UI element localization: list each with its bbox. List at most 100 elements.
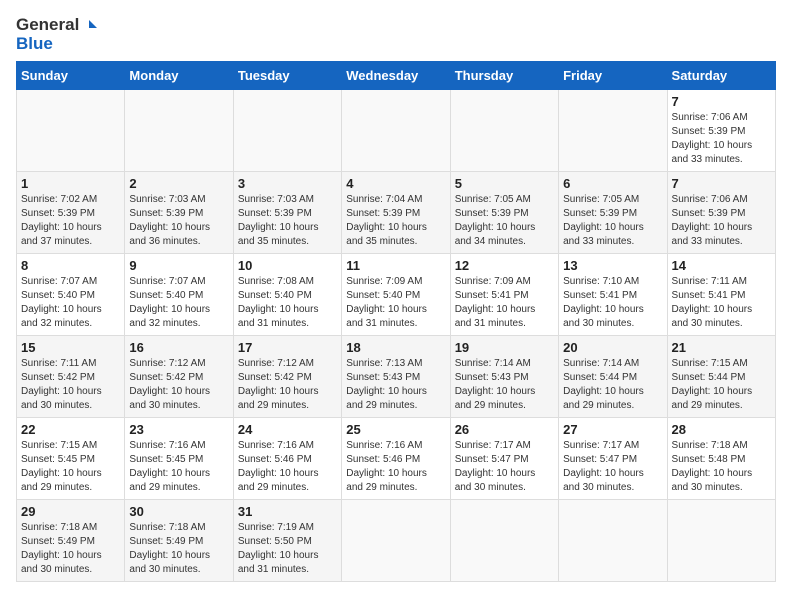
- calendar-cell: 10Sunrise: 7:08 AM Sunset: 5:40 PM Dayli…: [233, 254, 341, 336]
- calendar-row-2: 8Sunrise: 7:07 AM Sunset: 5:40 PM Daylig…: [17, 254, 776, 336]
- calendar-cell: 16Sunrise: 7:12 AM Sunset: 5:42 PM Dayli…: [125, 336, 233, 418]
- day-info: Sunrise: 7:05 AM Sunset: 5:39 PM Dayligh…: [455, 193, 554, 249]
- day-number: 25: [346, 422, 445, 437]
- day-info: Sunrise: 7:15 AM Sunset: 5:45 PM Dayligh…: [21, 439, 120, 495]
- calendar-cell: 4 Sunrise: 7:04 AM Sunset: 5:39 PM Daylig…: [342, 172, 450, 254]
- calendar-cell: 26 Sunrise: 7:17 AM Sunset: 5:47 PM Dayli…: [450, 418, 558, 500]
- header: General Blue: [16, 16, 776, 53]
- calendar-cell: 29 Sunrise: 7:18 AM Sunset: 5:49 PM Dayli…: [17, 500, 125, 582]
- day-info: Sunrise: 7:06 AM Sunset: 5:39 PM Dayligh…: [672, 193, 771, 249]
- calendar-cell: 21 Sunrise: 7:15 AM Sunset: 5:44 PM Dayli…: [667, 336, 775, 418]
- day-info: Sunrise: 7:14 AM Sunset: 5:43 PM Dayligh…: [455, 357, 554, 413]
- calendar-row-5: 29 Sunrise: 7:18 AM Sunset: 5:49 PM Dayli…: [17, 500, 776, 582]
- day-info: Sunrise: 7:18 AM Sunset: 5:49 PM Dayligh…: [21, 521, 120, 577]
- day-info: Sunrise: 7:05 AM Sunset: 5:39 PM Dayligh…: [563, 193, 662, 249]
- calendar-cell: 9 Sunrise: 7:07 AM Sunset: 5:40 PM Daylig…: [125, 254, 233, 336]
- day-info: Sunrise: 7:11 AM Sunset: 5:41 PM Dayligh…: [672, 275, 771, 331]
- day-info: Sunrise: 7:08 AM Sunset: 5:40 PM Dayligh…: [238, 275, 337, 331]
- day-number: 18: [346, 340, 445, 355]
- col-header-sunday: Sunday: [17, 62, 125, 90]
- day-info: Sunrise: 7:10 AM Sunset: 5:41 PM Dayligh…: [563, 275, 662, 331]
- calendar-table: SundayMondayTuesdayWednesdayThursdayFrid…: [16, 61, 776, 582]
- day-number: 26: [455, 422, 554, 437]
- day-info: Sunrise: 7:12 AM Sunset: 5:42 PM Dayligh…: [238, 357, 337, 413]
- day-number: 30: [129, 504, 228, 519]
- day-number: 5: [455, 176, 554, 191]
- day-number: 1: [21, 176, 120, 191]
- day-info: Sunrise: 7:17 AM Sunset: 5:47 PM Dayligh…: [563, 439, 662, 495]
- day-info: Sunrise: 7:07 AM Sunset: 5:40 PM Dayligh…: [21, 275, 120, 331]
- day-number: 22: [21, 422, 120, 437]
- calendar-cell: 7 Sunrise: 7:06 AM Sunset: 5:39 PM Daylig…: [667, 172, 775, 254]
- calendar-cell: 2 Sunrise: 7:03 AM Sunset: 5:39 PM Daylig…: [125, 172, 233, 254]
- day-info: Sunrise: 7:03 AM Sunset: 5:39 PM Dayligh…: [129, 193, 228, 249]
- day-number: 15: [21, 340, 120, 355]
- calendar-cell: [450, 500, 558, 582]
- day-number: 31: [238, 504, 337, 519]
- calendar-cell: [342, 90, 450, 172]
- day-number: 21: [672, 340, 771, 355]
- day-info: Sunrise: 7:15 AM Sunset: 5:44 PM Dayligh…: [672, 357, 771, 413]
- day-info: Sunrise: 7:07 AM Sunset: 5:40 PM Dayligh…: [129, 275, 228, 331]
- day-info: Sunrise: 7:16 AM Sunset: 5:46 PM Dayligh…: [346, 439, 445, 495]
- day-number: 23: [129, 422, 228, 437]
- calendar-cell: 25 Sunrise: 7:16 AM Sunset: 5:46 PM Dayli…: [342, 418, 450, 500]
- calendar-cell: 24 Sunrise: 7:16 AM Sunset: 5:46 PM Dayli…: [233, 418, 341, 500]
- calendar-cell: 6Sunrise: 7:05 AM Sunset: 5:39 PM Daylig…: [559, 172, 667, 254]
- calendar-cell: [17, 90, 125, 172]
- calendar-cell: 15 Sunrise: 7:11 AM Sunset: 5:42 PM Dayli…: [17, 336, 125, 418]
- day-info: Sunrise: 7:18 AM Sunset: 5:48 PM Dayligh…: [672, 439, 771, 495]
- day-number: 14: [672, 258, 771, 273]
- calendar-cell: 18 Sunrise: 7:13 AM Sunset: 5:43 PM Dayli…: [342, 336, 450, 418]
- day-info: Sunrise: 7:16 AM Sunset: 5:45 PM Dayligh…: [129, 439, 228, 495]
- day-info: Sunrise: 7:11 AM Sunset: 5:42 PM Dayligh…: [21, 357, 120, 413]
- day-number: 3: [238, 176, 337, 191]
- calendar-cell: 12 Sunrise: 7:09 AM Sunset: 5:41 PM Dayli…: [450, 254, 558, 336]
- col-header-saturday: Saturday: [667, 62, 775, 90]
- calendar-cell: [559, 500, 667, 582]
- day-info: Sunrise: 7:04 AM Sunset: 5:39 PM Dayligh…: [346, 193, 445, 249]
- day-info: Sunrise: 7:18 AM Sunset: 5:49 PM Dayligh…: [129, 521, 228, 577]
- day-number: 4: [346, 176, 445, 191]
- day-info: Sunrise: 7:13 AM Sunset: 5:43 PM Dayligh…: [346, 357, 445, 413]
- calendar-cell: 1Sunrise: 7:02 AM Sunset: 5:39 PM Daylig…: [17, 172, 125, 254]
- calendar-cell: 17 Sunrise: 7:12 AM Sunset: 5:42 PM Dayli…: [233, 336, 341, 418]
- day-number: 24: [238, 422, 337, 437]
- day-number: 19: [455, 340, 554, 355]
- calendar-cell: 14 Sunrise: 7:11 AM Sunset: 5:41 PM Dayli…: [667, 254, 775, 336]
- day-number: 13: [563, 258, 662, 273]
- calendar-cell: [667, 500, 775, 582]
- day-info: Sunrise: 7:12 AM Sunset: 5:42 PM Dayligh…: [129, 357, 228, 413]
- calendar-cell: [450, 90, 558, 172]
- day-info: Sunrise: 7:14 AM Sunset: 5:44 PM Dayligh…: [563, 357, 662, 413]
- calendar-cell: 5 Sunrise: 7:05 AM Sunset: 5:39 PM Daylig…: [450, 172, 558, 254]
- calendar-cell: 19 Sunrise: 7:14 AM Sunset: 5:43 PM Dayli…: [450, 336, 558, 418]
- col-header-friday: Friday: [559, 62, 667, 90]
- calendar-row-1: 1Sunrise: 7:02 AM Sunset: 5:39 PM Daylig…: [17, 172, 776, 254]
- day-info: Sunrise: 7:16 AM Sunset: 5:46 PM Dayligh…: [238, 439, 337, 495]
- calendar-cell: 22 Sunrise: 7:15 AM Sunset: 5:45 PM Dayli…: [17, 418, 125, 500]
- calendar-cell: 8Sunrise: 7:07 AM Sunset: 5:40 PM Daylig…: [17, 254, 125, 336]
- day-info: Sunrise: 7:09 AM Sunset: 5:41 PM Dayligh…: [455, 275, 554, 331]
- day-info: Sunrise: 7:17 AM Sunset: 5:47 PM Dayligh…: [455, 439, 554, 495]
- calendar-cell: 30 Sunrise: 7:18 AM Sunset: 5:49 PM Dayli…: [125, 500, 233, 582]
- calendar-cell: 3 Sunrise: 7:03 AM Sunset: 5:39 PM Daylig…: [233, 172, 341, 254]
- calendar-row-3: 15 Sunrise: 7:11 AM Sunset: 5:42 PM Dayli…: [17, 336, 776, 418]
- day-number: 7: [672, 176, 771, 191]
- calendar-cell: [233, 90, 341, 172]
- col-header-tuesday: Tuesday: [233, 62, 341, 90]
- calendar-cell: [342, 500, 450, 582]
- day-info: Sunrise: 7:03 AM Sunset: 5:39 PM Dayligh…: [238, 193, 337, 249]
- calendar-row-0: 7Sunrise: 7:06 AM Sunset: 5:39 PM Daylig…: [17, 90, 776, 172]
- day-number: 7: [672, 94, 771, 109]
- col-header-wednesday: Wednesday: [342, 62, 450, 90]
- day-number: 29: [21, 504, 120, 519]
- day-number: 12: [455, 258, 554, 273]
- logo: General Blue: [16, 16, 97, 53]
- day-number: 17: [238, 340, 337, 355]
- col-header-thursday: Thursday: [450, 62, 558, 90]
- day-number: 9: [129, 258, 228, 273]
- calendar-cell: 23 Sunrise: 7:16 AM Sunset: 5:45 PM Dayli…: [125, 418, 233, 500]
- day-number: 2: [129, 176, 228, 191]
- day-number: 11: [346, 258, 445, 273]
